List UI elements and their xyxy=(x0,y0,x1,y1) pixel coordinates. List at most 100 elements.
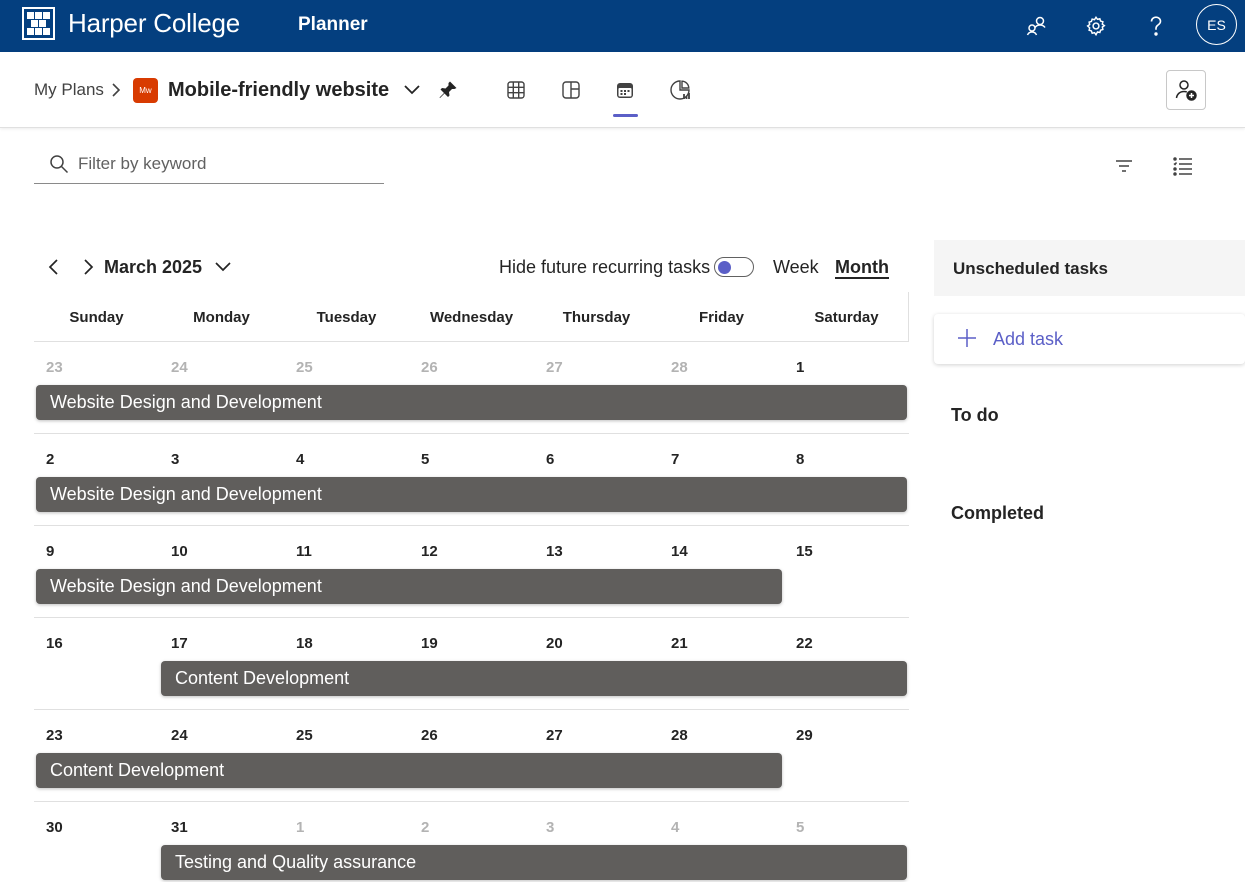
charts-view-icon xyxy=(670,80,690,100)
breadcrumb-my-plans[interactable]: My Plans xyxy=(34,80,104,100)
day-number[interactable]: 19 xyxy=(421,635,438,652)
day-number[interactable]: 4 xyxy=(296,451,304,468)
task-bar[interactable]: Website Design and Development xyxy=(36,569,782,604)
filter-input[interactable] xyxy=(78,152,368,176)
task-bar[interactable]: Testing and Quality assurance xyxy=(161,845,907,880)
day-number[interactable]: 13 xyxy=(546,543,563,560)
brand-name[interactable]: Harper College xyxy=(68,8,240,39)
day-number[interactable]: 2 xyxy=(421,819,429,836)
month-label[interactable]: March 2025 xyxy=(104,257,202,278)
app-name[interactable]: Planner xyxy=(298,14,368,36)
day-number[interactable]: 12 xyxy=(421,543,438,560)
day-header-monday: Monday xyxy=(193,309,250,326)
day-number[interactable]: 8 xyxy=(796,451,804,468)
day-number[interactable]: 25 xyxy=(296,727,313,744)
day-number[interactable]: 14 xyxy=(671,543,688,560)
month-calendar: Sunday Monday Tuesday Wednesday Thursday Frid… xyxy=(34,292,909,882)
previous-month-button[interactable] xyxy=(43,256,65,278)
day-number[interactable]: 28 xyxy=(671,727,688,744)
day-header-friday: Friday xyxy=(698,309,744,326)
day-number[interactable]: 9 xyxy=(46,543,54,560)
day-number[interactable]: 23 xyxy=(46,727,63,744)
hide-recurring-toggle[interactable] xyxy=(714,257,754,277)
board-view-icon xyxy=(562,81,580,99)
chevron-left-icon xyxy=(48,259,58,275)
day-number[interactable]: 24 xyxy=(171,727,188,744)
month-view-button[interactable]: Month xyxy=(835,257,889,279)
people-connect-button[interactable] xyxy=(1021,10,1053,42)
day-number[interactable]: 1 xyxy=(296,819,304,836)
day-number[interactable]: 23 xyxy=(46,359,63,376)
search-icon xyxy=(50,155,69,174)
filter-box xyxy=(34,148,384,184)
day-number[interactable]: 20 xyxy=(546,635,563,652)
unscheduled-title: Unscheduled tasks xyxy=(953,259,1108,278)
plus-icon xyxy=(958,329,976,347)
help-button[interactable] xyxy=(1140,10,1172,42)
task-bar[interactable]: Website Design and Development xyxy=(36,477,907,512)
avatar[interactable]: ES xyxy=(1196,4,1237,45)
day-number[interactable]: 7 xyxy=(671,451,679,468)
section-to-do[interactable]: To do xyxy=(951,405,999,426)
section-completed[interactable]: Completed xyxy=(951,503,1044,524)
day-number[interactable]: 5 xyxy=(421,451,429,468)
day-number[interactable]: 27 xyxy=(546,359,563,376)
day-number[interactable]: 3 xyxy=(546,819,554,836)
week-view-button[interactable]: Week xyxy=(773,257,819,278)
person-add-icon xyxy=(1175,80,1197,101)
chevron-down-icon[interactable] xyxy=(403,84,421,96)
day-number[interactable]: 24 xyxy=(171,359,188,376)
day-number[interactable]: 27 xyxy=(546,727,563,744)
board-view-tab[interactable] xyxy=(559,78,583,102)
day-number[interactable]: 10 xyxy=(171,543,188,560)
day-number[interactable]: 22 xyxy=(796,635,813,652)
week-row: 2 3 4 5 6 7 8 Website Design and Development xyxy=(34,433,909,525)
day-number[interactable]: 18 xyxy=(296,635,313,652)
task-bar[interactable]: Content Development xyxy=(161,661,907,696)
day-header-saturday: Saturday xyxy=(814,309,879,326)
day-number[interactable]: 16 xyxy=(46,635,63,652)
day-number[interactable]: 15 xyxy=(796,543,813,560)
settings-button[interactable] xyxy=(1080,10,1112,42)
add-member-button[interactable] xyxy=(1166,70,1206,110)
plan-header: My Plans Mw Mobile-friendly website xyxy=(0,52,1245,128)
month-picker-button[interactable] xyxy=(212,256,234,278)
task-bar[interactable]: Website Design and Development xyxy=(36,385,907,420)
unscheduled-panel-header: Unscheduled tasks xyxy=(934,240,1245,296)
plan-icon: Mw xyxy=(133,78,158,103)
filter-button[interactable] xyxy=(1111,153,1137,179)
college-logo-icon[interactable] xyxy=(22,7,55,40)
day-number[interactable]: 11 xyxy=(296,543,312,560)
schedule-view-icon xyxy=(617,83,633,98)
day-number[interactable]: 30 xyxy=(46,819,63,836)
day-number[interactable]: 3 xyxy=(171,451,179,468)
day-number[interactable]: 1 xyxy=(796,359,804,376)
day-number[interactable]: 2 xyxy=(46,451,54,468)
chevron-right-icon xyxy=(112,83,121,97)
day-number[interactable]: 21 xyxy=(671,635,688,652)
day-number[interactable]: 5 xyxy=(796,819,804,836)
day-number[interactable]: 6 xyxy=(546,451,554,468)
day-number[interactable]: 31 xyxy=(171,819,188,836)
charts-view-tab[interactable] xyxy=(668,78,692,102)
day-number[interactable]: 28 xyxy=(671,359,688,376)
plan-title[interactable]: Mobile-friendly website xyxy=(168,79,389,102)
day-number[interactable]: 29 xyxy=(796,727,813,744)
week-row: 9 10 11 12 13 14 15 Website Design and Developm… xyxy=(34,525,909,617)
help-icon xyxy=(1150,16,1162,36)
week-row: 16 17 18 19 20 21 22 Content Development xyxy=(34,617,909,709)
day-header-thursday: Thursday xyxy=(562,309,631,326)
task-bar[interactable]: Content Development xyxy=(36,753,782,788)
day-number[interactable]: 17 xyxy=(171,635,188,652)
schedule-view-tab[interactable] xyxy=(613,78,637,102)
day-number[interactable]: 4 xyxy=(671,819,679,836)
grid-view-tab[interactable] xyxy=(504,78,528,102)
day-number[interactable]: 26 xyxy=(421,727,438,744)
day-header-sunday: Sunday xyxy=(69,309,124,326)
day-number[interactable]: 25 xyxy=(296,359,313,376)
pin-icon[interactable] xyxy=(438,80,458,100)
group-by-button[interactable] xyxy=(1170,153,1196,179)
day-number[interactable]: 26 xyxy=(421,359,438,376)
next-month-button[interactable] xyxy=(77,256,99,278)
add-task-button[interactable]: Add task xyxy=(934,314,1245,364)
